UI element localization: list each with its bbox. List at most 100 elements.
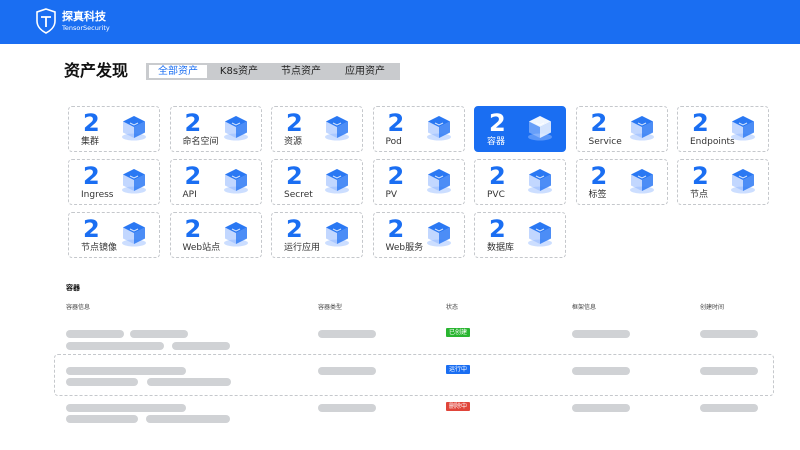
asset-card[interactable]: 2 Web服务 bbox=[372, 212, 465, 258]
asset-card[interactable]: 2 Ingress bbox=[68, 159, 160, 205]
api-icon bbox=[223, 169, 248, 194]
placeholder-bar bbox=[318, 367, 376, 375]
asset-count: 2 bbox=[83, 109, 100, 137]
placeholder-bar bbox=[66, 404, 186, 412]
tab-k8s-assets[interactable]: K8s资产 bbox=[210, 65, 268, 78]
container-icon bbox=[528, 116, 552, 141]
asset-label: 命名空间 bbox=[182, 137, 219, 147]
table-row-selected[interactable]: 运行中 bbox=[54, 354, 774, 396]
tab-all-assets[interactable]: 全部资产 bbox=[149, 65, 207, 78]
endpoints-icon bbox=[731, 116, 755, 141]
placeholder-bar bbox=[700, 404, 758, 412]
asset-label: Secret bbox=[284, 190, 313, 200]
asset-label: Ingress bbox=[81, 190, 114, 200]
placeholder-bar bbox=[572, 367, 630, 375]
placeholder-bar bbox=[572, 330, 630, 338]
tag-icon bbox=[629, 169, 654, 194]
asset-label: 数据库 bbox=[487, 243, 515, 253]
asset-card[interactable]: 2 运行应用 bbox=[271, 212, 363, 258]
database-icon bbox=[528, 222, 552, 247]
asset-count: 2 bbox=[286, 109, 303, 137]
asset-label: 节点 bbox=[690, 190, 709, 200]
asset-card[interactable]: 2 数据库 bbox=[474, 212, 566, 258]
running-app-icon bbox=[325, 222, 349, 247]
app-root: 探真科技 TensorSecurity 资产发现 全部资产 K8s资产 节点资产… bbox=[0, 0, 800, 450]
node-icon bbox=[731, 169, 755, 194]
asset-count: 2 bbox=[489, 109, 506, 137]
asset-card[interactable]: 2 Service bbox=[575, 106, 668, 152]
tab-app-assets[interactable]: 应用资产 bbox=[336, 65, 394, 78]
status-badge: 已创建 bbox=[446, 328, 471, 337]
asset-count: 2 bbox=[387, 215, 405, 243]
brand-name: 探真科技 bbox=[62, 10, 106, 23]
asset-label: Service bbox=[588, 137, 622, 147]
cluster-icon bbox=[122, 116, 146, 141]
asset-count: 2 bbox=[590, 162, 608, 190]
placeholder-bar bbox=[318, 330, 376, 338]
placeholder-bar bbox=[146, 415, 230, 423]
placeholder-bar bbox=[318, 404, 376, 412]
pvc-icon bbox=[528, 169, 552, 194]
asset-count: 2 bbox=[489, 215, 506, 243]
web-service-icon bbox=[426, 222, 451, 247]
asset-card[interactable]: 2 PV bbox=[372, 159, 465, 205]
asset-card[interactable]: 2 PVC bbox=[474, 159, 566, 205]
asset-count: 2 bbox=[286, 215, 303, 243]
asset-count: 2 bbox=[387, 109, 405, 137]
asset-label: 资源 bbox=[284, 137, 303, 147]
asset-card[interactable]: 2 容器 bbox=[474, 106, 566, 152]
asset-card[interactable]: 2 节点 bbox=[677, 159, 769, 205]
asset-card[interactable]: 2 API bbox=[169, 159, 262, 205]
asset-card[interactable]: 2 Web站点 bbox=[169, 212, 262, 258]
asset-card[interactable]: 2 命名空间 bbox=[169, 106, 262, 152]
status-badge: 删除中 bbox=[446, 402, 471, 411]
status-badge: 运行中 bbox=[446, 365, 471, 374]
asset-count: 2 bbox=[590, 109, 608, 137]
placeholder-bar bbox=[130, 330, 188, 338]
asset-count: 2 bbox=[184, 162, 202, 190]
placeholder-bar bbox=[66, 378, 138, 386]
asset-card[interactable]: 2 Endpoints bbox=[677, 106, 769, 152]
placeholder-bar bbox=[66, 415, 138, 423]
asset-count: 2 bbox=[489, 162, 506, 190]
shield-icon bbox=[36, 8, 56, 34]
asset-label: 节点镜像 bbox=[81, 243, 118, 253]
placeholder-bar bbox=[66, 367, 186, 375]
column-header-framework-info: 框架信息 bbox=[572, 304, 597, 311]
asset-tabs: 全部资产 K8s资产 节点资产 应用资产 bbox=[146, 63, 400, 80]
asset-card[interactable]: 2 Secret bbox=[271, 159, 363, 205]
asset-label: Web服务 bbox=[385, 243, 424, 253]
asset-label: 容器 bbox=[487, 137, 506, 147]
asset-count: 2 bbox=[184, 109, 202, 137]
asset-card[interactable]: 2 标签 bbox=[575, 159, 668, 205]
table-row[interactable]: 删除中 bbox=[54, 398, 774, 440]
asset-card[interactable]: 2 节点镜像 bbox=[68, 212, 160, 258]
pv-icon bbox=[426, 169, 451, 194]
tab-node-assets[interactable]: 节点资产 bbox=[272, 65, 330, 78]
asset-card[interactable]: 2 集群 bbox=[68, 106, 160, 152]
pod-icon bbox=[426, 116, 451, 141]
asset-label: 标签 bbox=[588, 190, 607, 200]
resource-icon bbox=[325, 116, 349, 141]
asset-card[interactable]: 2 资源 bbox=[271, 106, 363, 152]
brand-subtitle: TensorSecurity bbox=[62, 24, 110, 32]
node-image-icon bbox=[122, 222, 146, 247]
asset-count: 2 bbox=[83, 215, 100, 243]
asset-label: PVC bbox=[487, 190, 505, 200]
column-header-container-info: 容器信息 bbox=[66, 304, 91, 311]
column-header-container-type: 容器类型 bbox=[318, 304, 343, 311]
asset-count: 2 bbox=[387, 162, 405, 190]
placeholder-bar bbox=[572, 404, 630, 412]
asset-count: 2 bbox=[692, 162, 709, 190]
secret-icon bbox=[325, 169, 349, 194]
placeholder-bar bbox=[66, 342, 164, 350]
asset-label: Web站点 bbox=[182, 243, 221, 253]
placeholder-bar bbox=[66, 330, 124, 338]
asset-card[interactable]: 2 Pod bbox=[372, 106, 465, 152]
asset-count: 2 bbox=[184, 215, 202, 243]
asset-label: 运行应用 bbox=[284, 243, 321, 253]
table-section-title: 容器 bbox=[66, 284, 80, 292]
placeholder-bar bbox=[147, 378, 231, 386]
placeholder-bar bbox=[700, 367, 758, 375]
asset-label: PV bbox=[385, 190, 398, 200]
